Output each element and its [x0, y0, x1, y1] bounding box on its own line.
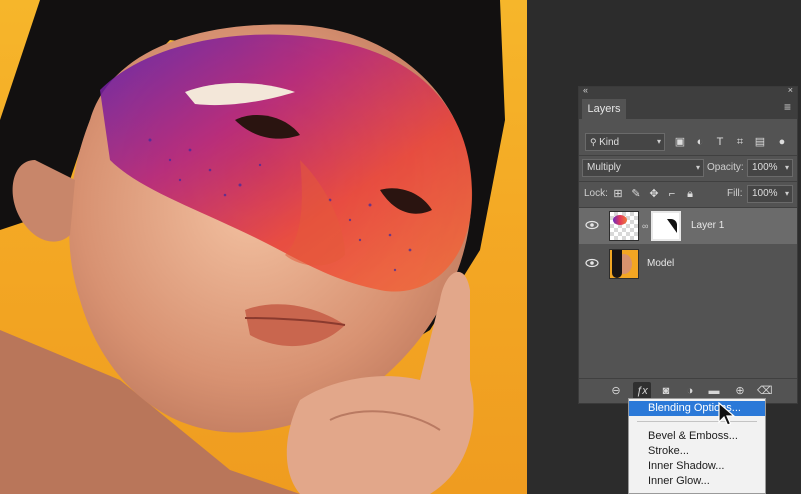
lock-transparent-pixels-icon[interactable]: ⊞ — [611, 185, 625, 203]
fill-input[interactable]: 100% ▾ — [747, 185, 793, 203]
kind-filter-select[interactable]: ⚲ Kind ▾ — [585, 133, 665, 151]
new-layer-icon[interactable]: ⊕ — [733, 384, 747, 398]
mouse-cursor-icon — [718, 402, 736, 426]
menu-item-blending-options[interactable]: Blending Options... — [629, 401, 765, 416]
layer-thumbnail — [609, 249, 639, 279]
lock-all-icon[interactable]: 🔒︎ — [683, 185, 697, 203]
chevron-down-icon: ▾ — [695, 163, 700, 172]
chevron-down-icon: ▾ — [656, 137, 661, 146]
shape-filter-icon[interactable]: ⌗ — [733, 133, 747, 151]
chevron-down-icon: ▾ — [784, 189, 789, 198]
search-icon: ⚲ — [590, 137, 600, 147]
blend-mode-select[interactable]: Multiply ▾ — [582, 159, 704, 177]
adjustment-filter-icon[interactable]: ◐ — [693, 133, 707, 151]
adjustment-layer-icon[interactable]: ◑ — [683, 384, 697, 398]
portrait-image — [0, 0, 505, 494]
filter-row: ⚲ Kind ▾ ▣ ◐ T ⌗ ▤ ● — [579, 131, 797, 153]
layer-mask-thumbnail[interactable] — [651, 211, 681, 241]
eye-icon[interactable] — [585, 218, 599, 232]
chevron-down-icon: ▾ — [784, 163, 789, 172]
layer-row-layer-1[interactable]: ∞ Layer 1 — [579, 208, 797, 244]
lock-position-icon[interactable]: ✥ — [647, 185, 661, 203]
layer-name[interactable]: Model — [647, 246, 674, 282]
opacity-input[interactable]: 100% ▾ — [747, 159, 793, 177]
layers-panel: « × Layers ≡ ⚲ Kind ▾ ▣ ◐ T ⌗ ▤ ● Multip… — [578, 85, 798, 404]
add-mask-icon[interactable]: ◙ — [659, 384, 673, 398]
link-layers-icon[interactable]: ⊖ — [609, 384, 623, 398]
layer-row-model[interactable]: Model — [579, 246, 797, 282]
lock-label: Lock: — [584, 188, 608, 199]
new-group-icon[interactable]: ▬ — [707, 384, 721, 398]
opacity-value: 100% — [752, 162, 778, 173]
blend-row: Multiply ▾ Opacity: 100% ▾ — [579, 157, 797, 179]
fill-label: Fill: — [727, 188, 743, 199]
filter-toggle-icon[interactable]: ● — [775, 133, 789, 151]
eye-icon[interactable] — [585, 256, 599, 270]
menu-item-bevel-emboss[interactable]: Bevel & Emboss... — [629, 429, 765, 444]
lock-artboard-icon[interactable]: ⌐ — [665, 185, 679, 203]
link-icon[interactable]: ∞ — [642, 221, 648, 231]
blend-mode-value: Multiply — [587, 162, 621, 173]
menu-item-inner-glow[interactable]: Inner Glow... — [629, 474, 765, 489]
lock-row: Lock: ⊞ ✎ ✥ ⌐ 🔒︎ Fill: 100% ▾ — [579, 183, 797, 205]
type-filter-icon[interactable]: T — [713, 133, 727, 151]
kind-filter-value: Kind — [599, 137, 620, 148]
lock-image-pixels-icon[interactable]: ✎ — [629, 185, 643, 203]
panel-tab-row: Layers ≡ — [579, 97, 797, 119]
layer-style-menu: Blending Options... Bevel & Emboss... St… — [628, 398, 766, 494]
close-panel-icon[interactable]: × — [788, 85, 793, 95]
divider — [579, 181, 797, 182]
tab-layers[interactable]: Layers — [582, 99, 626, 119]
layer-name[interactable]: Layer 1 — [691, 208, 724, 244]
layer-thumbnail — [609, 211, 639, 241]
photo-canvas[interactable] — [0, 0, 527, 494]
smart-object-filter-icon[interactable]: ▤ — [753, 133, 767, 151]
divider — [579, 155, 797, 156]
collapse-icon[interactable]: « — [583, 85, 588, 95]
menu-item-stroke[interactable]: Stroke... — [629, 444, 765, 459]
menu-item-inner-shadow[interactable]: Inner Shadow... — [629, 459, 765, 474]
panel-header: « × — [579, 85, 797, 97]
opacity-label: Opacity: — [707, 162, 744, 173]
hamburger-icon[interactable]: ≡ — [784, 100, 791, 114]
fill-value: 100% — [752, 188, 778, 199]
image-filter-icon[interactable]: ▣ — [673, 133, 687, 151]
delete-layer-icon[interactable]: ⌫ — [757, 384, 773, 398]
menu-divider — [637, 421, 757, 422]
